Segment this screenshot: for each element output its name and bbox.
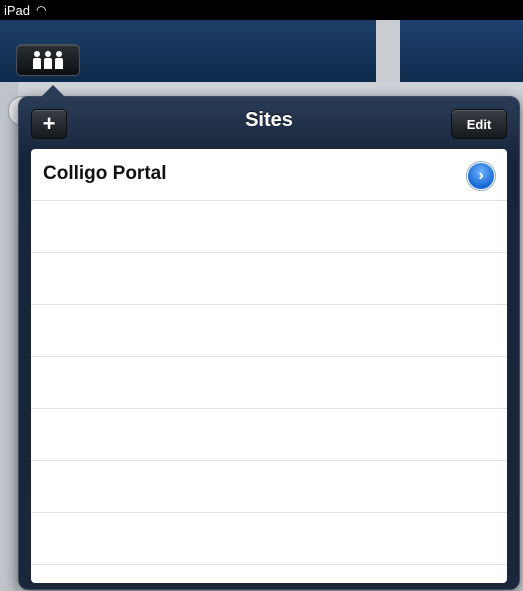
background-panel: [0, 82, 18, 591]
people-button[interactable]: [16, 44, 80, 76]
status-bar: iPad ◠: [0, 0, 523, 20]
empty-row: [31, 409, 507, 461]
empty-row: [31, 461, 507, 513]
popover-arrow: [41, 85, 65, 97]
empty-row: [31, 305, 507, 357]
sites-list: Colligo Portal ›: [31, 149, 507, 583]
chevron-right-icon[interactable]: ›: [467, 162, 495, 190]
sites-popover: + Sites Edit Colligo Portal ›: [18, 85, 520, 590]
people-icon: [33, 51, 63, 69]
detail-toolbar: [400, 20, 523, 82]
device-name: iPad: [4, 2, 31, 18]
empty-row: [31, 201, 507, 253]
edit-button[interactable]: Edit: [451, 109, 507, 139]
list-item[interactable]: Colligo Portal ›: [31, 149, 507, 201]
empty-row: [31, 513, 507, 565]
popover-navbar: + Sites Edit: [19, 97, 519, 149]
empty-row: [31, 357, 507, 409]
site-name: Colligo Portal: [43, 163, 167, 184]
popover-title: Sites: [245, 109, 293, 131]
toolbar-divider: [376, 20, 400, 82]
wifi-icon: ◠: [36, 3, 47, 17]
empty-row: [31, 253, 507, 305]
app-toolbar: [0, 20, 523, 82]
